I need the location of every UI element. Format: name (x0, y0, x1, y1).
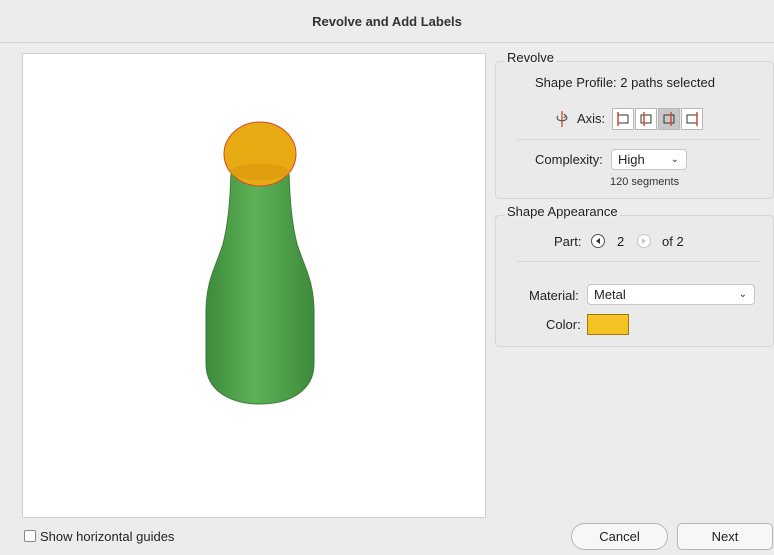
show-guides-label[interactable]: Show horizontal guides (40, 529, 174, 544)
axis-left-edge-button[interactable] (612, 108, 634, 130)
previous-arrow-icon (591, 234, 605, 248)
previous-part-button[interactable] (590, 233, 606, 249)
chevron-down-icon: ⌄ (738, 289, 747, 300)
axis-left-center-button[interactable] (635, 108, 657, 130)
shape-appearance-title: Shape Appearance (505, 204, 620, 219)
revolve-section-title: Revolve (505, 50, 556, 65)
color-swatch-button[interactable] (587, 314, 629, 335)
cancel-button[interactable]: Cancel (571, 523, 668, 550)
complexity-label: Complexity: (535, 152, 603, 167)
part-total: of 2 (662, 234, 684, 249)
axis-label: Axis: (577, 111, 606, 126)
bottle-body (205, 171, 315, 405)
appearance-separator (517, 261, 761, 262)
revolve-separator (517, 139, 761, 140)
dialog-title-bar: Revolve and Add Labels (0, 0, 774, 43)
material-select[interactable]: Metal ⌄ (587, 284, 755, 305)
axis-left-edge-icon (617, 112, 629, 126)
chevron-down-icon: ⌄ (670, 154, 679, 165)
next-part-button[interactable] (636, 233, 652, 249)
material-value: Metal (594, 287, 626, 302)
next-button[interactable]: Next (677, 523, 773, 550)
axis-button-group (612, 108, 706, 130)
axis-right-edge-button[interactable] (681, 108, 703, 130)
axis-left-center-icon (640, 112, 652, 126)
part-label: Part: (554, 234, 582, 249)
complexity-select[interactable]: High ⌄ (611, 149, 687, 170)
material-label: Material: (529, 288, 579, 303)
segments-text: 120 segments (610, 176, 680, 188)
axis-right-edge-icon (686, 112, 698, 126)
part-number: 2 (617, 234, 625, 249)
show-guides-checkbox[interactable] (24, 530, 36, 542)
shape-appearance-group: Shape Appearance (495, 204, 774, 347)
revolve-axis-icon (553, 110, 571, 128)
3d-preview-panel[interactable] (22, 53, 486, 518)
next-button-label: Next (711, 529, 739, 544)
color-label: Color: (546, 317, 581, 332)
next-arrow-icon (637, 234, 651, 248)
complexity-value: High (618, 152, 645, 167)
shape-profile-text: Shape Profile: 2 paths selected (535, 75, 715, 90)
axis-right-center-button[interactable] (658, 108, 680, 130)
bottle-preview[interactable] (23, 54, 485, 517)
cancel-button-label: Cancel (599, 529, 640, 544)
dialog-title: Revolve and Add Labels (312, 13, 462, 29)
axis-right-center-icon (663, 112, 675, 126)
